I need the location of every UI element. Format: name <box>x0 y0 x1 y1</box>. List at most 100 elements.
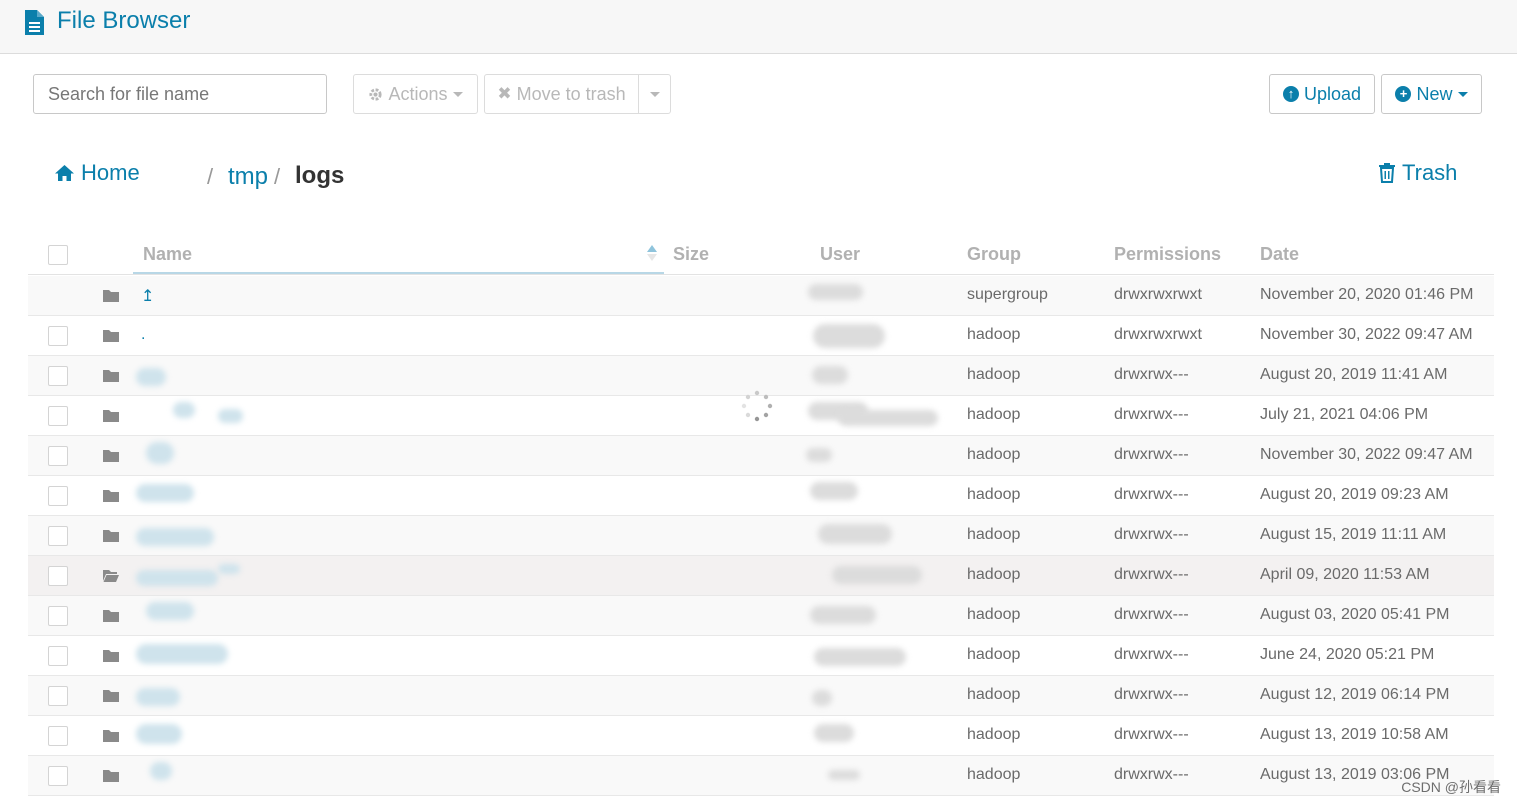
breadcrumb-separator: / <box>274 164 281 189</box>
permissions-cell: drwxrwx--- <box>1114 766 1189 783</box>
row-checkbox[interactable] <box>48 646 68 666</box>
table-row[interactable]: hadoop drwxrwx--- August 15, 2019 11:11 AM <box>28 516 1494 556</box>
row-checkbox[interactable] <box>48 526 68 546</box>
permissions-cell: drwxrwx--- <box>1114 366 1189 383</box>
redacted-user <box>812 690 832 706</box>
column-header-date[interactable]: Date <box>1260 244 1299 265</box>
select-all-checkbox[interactable] <box>48 245 68 265</box>
column-header-size[interactable]: Size <box>673 244 709 265</box>
redacted-name <box>150 762 172 780</box>
breadcrumb-home[interactable]: Home <box>54 160 140 186</box>
folder-icon <box>103 530 119 542</box>
trash-link-label: Trash <box>1402 160 1458 185</box>
row-checkbox[interactable] <box>48 766 68 786</box>
permissions-cell: drwxrwx--- <box>1114 646 1189 663</box>
permissions-cell: drwxrwxrwxt <box>1114 326 1202 343</box>
redacted-user <box>818 524 892 544</box>
group-cell: hadoop <box>967 726 1021 743</box>
table-row[interactable]: ↥ supergroup drwxrwxrwxt November 20, 2020 … <box>28 276 1494 316</box>
redacted-name <box>136 724 182 744</box>
table-row[interactable]: . hadoop drwxrwxrwxt November 30, 2022 09:4… <box>28 316 1494 356</box>
folder-icon <box>103 410 119 422</box>
permissions-cell: drwxrwx--- <box>1114 446 1189 463</box>
redacted-name <box>136 644 228 664</box>
group-cell: hadoop <box>967 486 1021 503</box>
group-cell: hadoop <box>967 766 1021 783</box>
file-name[interactable]: . <box>141 326 145 344</box>
permissions-cell: drwxrwx--- <box>1114 686 1189 703</box>
redacted-name <box>218 409 243 423</box>
table-row[interactable]: hadoop drwxrwx--- August 13, 2019 03:06 PM <box>28 756 1494 796</box>
breadcrumb-separator: / <box>207 164 214 189</box>
watermark: CSDN @孙看看 <box>1401 779 1501 795</box>
file-name[interactable]: ↥ <box>141 286 154 306</box>
table-row[interactable]: hadoop drwxrwx--- April 09, 2020 11:53 AM <box>28 556 1494 596</box>
redacted-user <box>806 448 832 462</box>
row-checkbox[interactable] <box>48 366 68 386</box>
trash-icon <box>1379 163 1395 183</box>
search-input[interactable] <box>33 74 327 114</box>
sort-ascending-icon[interactable] <box>646 244 658 262</box>
redacted-user <box>832 566 922 584</box>
upload-icon: ↑ <box>1282 86 1299 102</box>
date-cell: August 12, 2019 06:14 PM <box>1260 686 1450 703</box>
column-header-user[interactable]: User <box>820 244 860 265</box>
folder-icon <box>103 370 119 382</box>
date-cell: April 09, 2020 11:53 AM <box>1260 566 1430 583</box>
table-row[interactable]: hadoop drwxrwx--- August 13, 2019 10:58 AM <box>28 716 1494 756</box>
redacted-user <box>814 648 906 666</box>
redacted-name <box>218 564 240 574</box>
breadcrumb-current: logs <box>295 162 345 189</box>
folder-icon <box>103 610 119 622</box>
row-checkbox[interactable] <box>48 406 68 426</box>
chevron-down-icon <box>452 91 463 97</box>
table-row[interactable]: hadoop drwxrwx--- August 12, 2019 06:14 PM <box>28 676 1494 716</box>
folder-icon <box>103 730 119 742</box>
move-to-trash-button[interactable]: ✖ Move to trash <box>484 74 639 114</box>
home-icon <box>55 165 74 181</box>
upload-button[interactable]: ↑ Upload <box>1269 74 1375 114</box>
redacted-user <box>813 324 885 348</box>
date-cell: November 20, 2020 01:46 PM <box>1260 286 1474 303</box>
permissions-cell: drwxrwx--- <box>1114 566 1189 583</box>
new-label: New <box>1416 83 1453 104</box>
table-row[interactable]: hadoop drwxrwx--- June 24, 2020 05:21 PM <box>28 636 1494 676</box>
date-cell: November 30, 2022 09:47 AM <box>1260 446 1473 463</box>
permissions-cell: drwxrwxrwxt <box>1114 286 1202 303</box>
date-cell: August 20, 2019 09:23 AM <box>1260 486 1449 503</box>
redacted-user <box>808 284 863 300</box>
move-to-trash-label: Move to trash <box>516 83 626 104</box>
row-checkbox[interactable] <box>48 726 68 746</box>
table-row[interactable]: hadoop drwxrwx--- August 20, 2019 09:23 AM <box>28 476 1494 516</box>
table-row[interactable]: hadoop drwxrwx--- November 30, 2022 09:47 … <box>28 436 1494 476</box>
row-checkbox[interactable] <box>48 486 68 506</box>
trash-link[interactable]: Trash <box>1378 160 1457 186</box>
group-cell: supergroup <box>967 286 1048 303</box>
redacted-name <box>136 368 166 386</box>
redacted-name <box>136 688 180 706</box>
row-checkbox[interactable] <box>48 446 68 466</box>
breadcrumb-item-tmp[interactable]: tmp <box>228 163 268 191</box>
folder-icon <box>103 770 119 782</box>
redacted-user <box>828 770 860 780</box>
new-button[interactable]: + New <box>1381 74 1482 114</box>
row-checkbox[interactable] <box>48 326 68 346</box>
column-header-name[interactable]: Name <box>143 244 192 265</box>
file-document-icon <box>25 10 44 35</box>
group-cell: hadoop <box>967 406 1021 423</box>
date-cell: June 24, 2020 05:21 PM <box>1260 646 1435 663</box>
folder-icon <box>103 290 119 302</box>
group-cell: hadoop <box>967 646 1021 663</box>
group-cell: hadoop <box>967 526 1021 543</box>
chevron-down-icon <box>649 91 660 97</box>
row-checkbox[interactable] <box>48 566 68 586</box>
column-header-permissions[interactable]: Permissions <box>1114 244 1221 265</box>
trash-options-dropdown[interactable] <box>638 74 671 114</box>
row-checkbox[interactable] <box>48 686 68 706</box>
actions-button[interactable]: Actions <box>353 74 478 114</box>
table-row[interactable]: hadoop drwxrwx--- August 03, 2020 05:41 PM <box>28 596 1494 636</box>
redacted-name <box>136 484 194 502</box>
column-header-group[interactable]: Group <box>967 244 1021 265</box>
row-checkbox[interactable] <box>48 606 68 626</box>
group-cell: hadoop <box>967 606 1021 623</box>
